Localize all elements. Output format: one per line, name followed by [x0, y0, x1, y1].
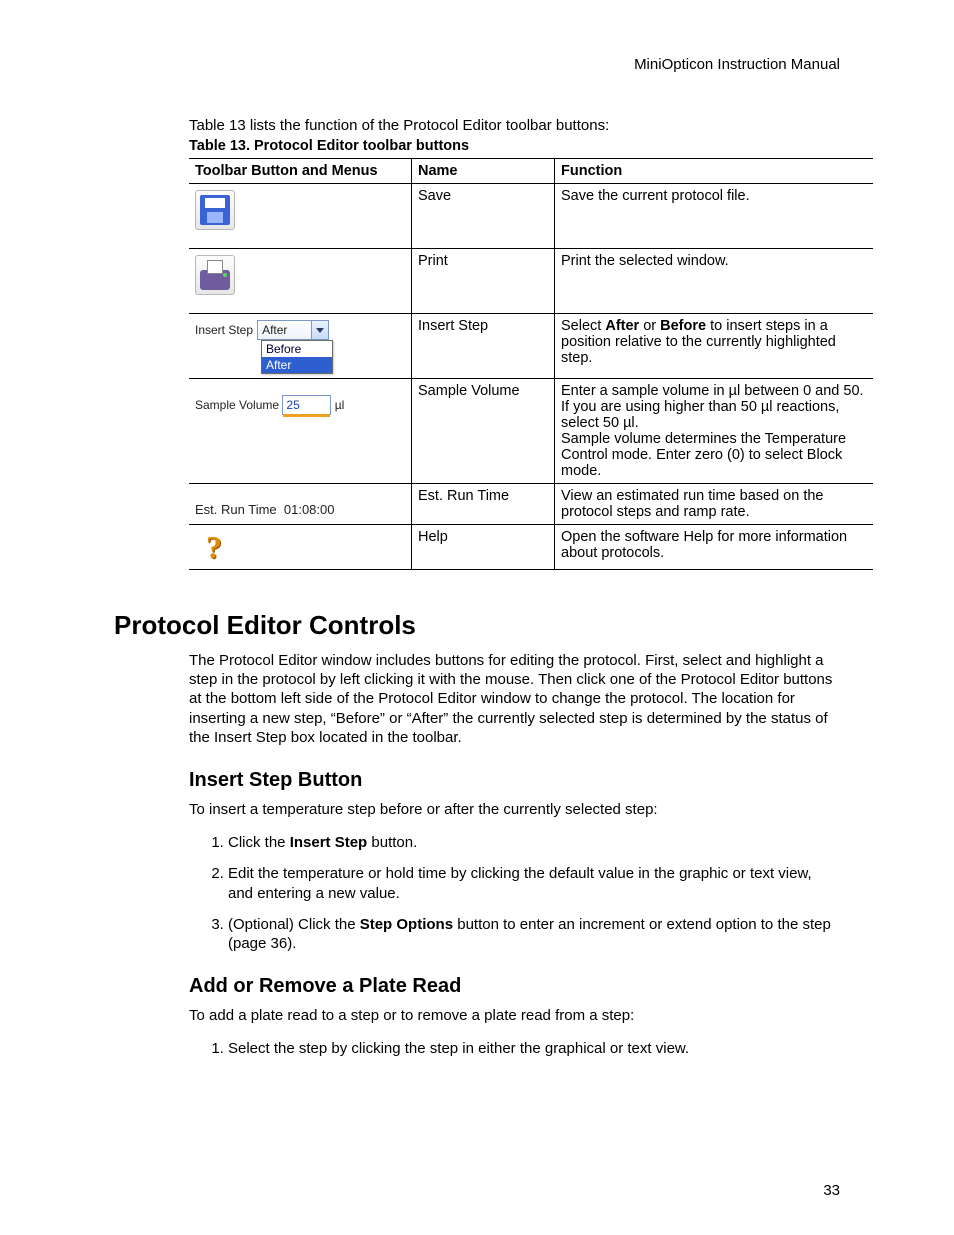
save-icon: [200, 195, 230, 225]
name-cell: Insert Step: [412, 314, 555, 379]
section-title-protocol-editor-controls: Protocol Editor Controls: [114, 610, 840, 641]
subsection-title-plate-read: Add or Remove a Plate Read: [189, 975, 840, 998]
name-cell: Est. Run Time: [412, 484, 555, 525]
th-function: Function: [555, 159, 874, 184]
list-item: Click the Insert Step button.: [228, 833, 840, 852]
table-row: Insert Step After Before After Insert St…: [189, 314, 873, 379]
est-run-time-label: Est. Run Time: [195, 502, 277, 517]
sample-volume-unit: µl: [335, 398, 345, 412]
sample-volume-input[interactable]: 25: [282, 395, 331, 415]
insert-step-label: Insert Step: [195, 323, 253, 337]
th-toolbar: Toolbar Button and Menus: [189, 159, 412, 184]
func-cell: Enter a sample volume in µl between 0 an…: [555, 379, 874, 484]
plate-read-steps: Select the step by clicking the step in …: [204, 1039, 840, 1058]
func-cell: Open the software Help for more informat…: [555, 525, 874, 570]
subsection-title-insert-step: Insert Step Button: [189, 769, 840, 792]
table-row: Sample Volume 25 µl Sample Volume Enter …: [189, 379, 873, 484]
insert-step-steps: Click the Insert Step button. Edit the t…: [204, 833, 840, 953]
table-row: Print Print the selected window.: [189, 249, 873, 314]
chevron-down-icon[interactable]: [311, 321, 328, 339]
table-row: ? Help Open the software Help for more i…: [189, 525, 873, 570]
insert-step-option-before[interactable]: Before: [262, 341, 332, 357]
insert-step-dropdown[interactable]: Before After: [261, 340, 333, 374]
name-cell: Save: [412, 184, 555, 249]
func-cell: Select After or Before to insert steps i…: [555, 314, 874, 379]
print-button[interactable]: [195, 255, 235, 295]
insert-step-lead: To insert a temperature step before or a…: [189, 800, 840, 819]
func-cell: Print the selected window.: [555, 249, 874, 314]
print-icon: [200, 270, 230, 290]
protocol-toolbar-table: Toolbar Button and Menus Name Function S…: [189, 158, 873, 570]
page-number: 33: [823, 1182, 840, 1199]
list-item: Edit the temperature or hold time by cli…: [228, 864, 840, 902]
save-button[interactable]: [195, 190, 235, 230]
list-item: (Optional) Click the Step Options button…: [228, 915, 840, 953]
name-cell: Print: [412, 249, 555, 314]
table-row: Save Save the current protocol file.: [189, 184, 873, 249]
func-cell: Save the current protocol file.: [555, 184, 874, 249]
running-header: MiniOpticon Instruction Manual: [114, 56, 840, 73]
table-caption: Table 13. Protocol Editor toolbar button…: [189, 138, 840, 154]
name-cell: Help: [412, 525, 555, 570]
section-para: The Protocol Editor window includes butt…: [189, 651, 840, 747]
insert-step-selected: After: [262, 323, 287, 337]
sample-volume-label: Sample Volume: [195, 398, 279, 412]
insert-step-combo[interactable]: After: [257, 320, 329, 340]
th-name: Name: [412, 159, 555, 184]
help-icon[interactable]: ?: [195, 529, 233, 565]
func-cell: View an estimated run time based on the …: [555, 484, 874, 525]
table-intro: Table 13 lists the function of the Proto…: [189, 117, 840, 134]
plate-read-lead: To add a plate read to a step or to remo…: [189, 1006, 840, 1025]
insert-step-option-after[interactable]: After: [262, 357, 332, 373]
table-row: Est. Run Time 01:08:00 Est. Run Time Vie…: [189, 484, 873, 525]
name-cell: Sample Volume: [412, 379, 555, 484]
est-run-time-value: 01:08:00: [284, 502, 335, 517]
list-item: Select the step by clicking the step in …: [228, 1039, 840, 1058]
